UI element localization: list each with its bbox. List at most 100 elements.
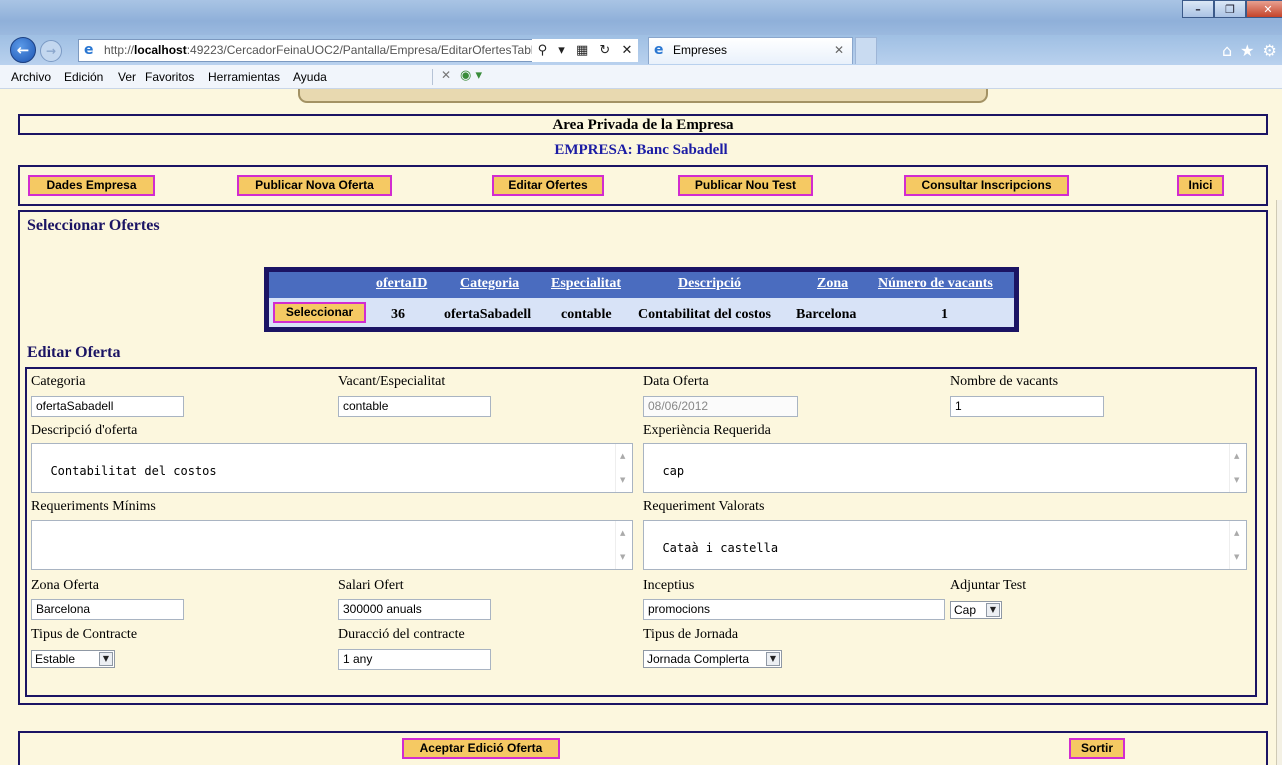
toolbar-addon-icon[interactable]: ◉ ▾: [460, 68, 482, 83]
company-title: EMPRESA: Banc Sabadell: [554, 142, 728, 158]
nombre-vacants-input[interactable]: 1: [950, 396, 1104, 417]
cell-descripcio: Contabilitat del costos: [638, 307, 771, 322]
area-title: Area Privada de la Empresa: [18, 114, 1268, 135]
label-inceptius: Inceptius: [643, 578, 695, 593]
minimize-icon[interactable]: –: [1182, 0, 1214, 18]
tipus-contracte-select[interactable]: Estable ▼: [31, 650, 115, 668]
browser-tab[interactable]: e Empreses ✕: [648, 37, 853, 64]
duracio-input[interactable]: 1 any: [338, 649, 491, 670]
company-nav: Dades Empresa Publicar Nova Oferta Edita…: [18, 165, 1268, 206]
restore-icon[interactable]: ❐: [1214, 0, 1246, 18]
publicar-oferta-button[interactable]: Publicar Nova Oferta: [237, 175, 392, 196]
chevron-down-icon: ▼: [986, 603, 1000, 617]
search-icon[interactable]: ⚲: [538, 43, 548, 58]
descripcio-text: Contabilitat del costos: [50, 464, 217, 478]
accept-edit-button[interactable]: Aceptar Edició Oferta: [402, 738, 560, 759]
window-controls: – ❐ ✕: [1182, 0, 1282, 20]
dades-empresa-button[interactable]: Dades Empresa: [28, 175, 155, 196]
dropdown-icon[interactable]: ▾: [558, 43, 565, 58]
data-oferta-input[interactable]: 08/06/2012: [643, 396, 798, 417]
zona-input[interactable]: Barcelona: [31, 599, 184, 620]
cell-vacants: 1: [941, 307, 948, 322]
label-salari: Salari Ofert: [338, 578, 404, 593]
browser-right-icons: ⌂ ★ ⚙: [1222, 41, 1277, 60]
refresh-icon[interactable]: ↻: [599, 43, 610, 58]
adjuntar-test-select[interactable]: Cap ▼: [950, 601, 1002, 619]
salari-input[interactable]: 300000 anuals: [338, 599, 491, 620]
categoria-input[interactable]: ofertaSabadell: [31, 396, 184, 417]
home-icon[interactable]: ⌂: [1222, 41, 1232, 60]
forward-button[interactable]: →: [40, 40, 62, 62]
column-header-categoria[interactable]: Categoria: [460, 276, 519, 292]
column-header-descripcio[interactable]: Descripció: [678, 276, 741, 292]
inici-button[interactable]: Inici: [1177, 175, 1224, 196]
table-header-row: ofertaID Categoria Especialitat Descripc…: [269, 272, 1014, 298]
chevron-down-icon: ▼: [766, 652, 780, 666]
textarea-scrollbar[interactable]: ▲ ▼: [615, 521, 632, 569]
label-req-valorats: Requeriment Valorats: [643, 499, 765, 514]
menu-separator: [432, 69, 433, 85]
req-valorats-text: Cataà i castella: [662, 541, 779, 555]
menu-favoritos[interactable]: Favoritos: [145, 70, 194, 84]
cell-zona: Barcelona: [796, 307, 857, 322]
menu-ayuda[interactable]: Ayuda: [293, 70, 327, 84]
column-header-zona[interactable]: Zona: [817, 276, 848, 292]
req-minims-textarea[interactable]: ▲ ▼: [31, 520, 633, 570]
favorites-star-icon[interactable]: ★: [1240, 41, 1254, 60]
ie-tab-icon: e: [654, 42, 664, 58]
cell-especialitat: contable: [561, 307, 612, 322]
close-window-icon[interactable]: ✕: [1246, 0, 1282, 18]
close-toolbar-icon[interactable]: ✕: [441, 68, 451, 82]
label-duracio: Duracció del contracte: [338, 627, 465, 642]
url-host: localhost: [134, 43, 187, 57]
vacant-input[interactable]: contable: [338, 396, 491, 417]
publicar-test-button[interactable]: Publicar Nou Test: [678, 175, 813, 196]
descripcio-textarea[interactable]: Contabilitat del costos ▲ ▼: [31, 443, 633, 493]
stop-icon[interactable]: ✕: [621, 43, 632, 58]
label-categoria: Categoria: [31, 374, 86, 389]
menu-archivo[interactable]: Archivo: [11, 70, 51, 84]
tipus-jornada-select[interactable]: Jornada Complerta ▼: [643, 650, 782, 668]
menu-ver[interactable]: Ver: [118, 70, 136, 84]
page-decoration-tab: [298, 89, 988, 103]
cell-categoria: ofertaSabadell: [444, 307, 532, 322]
req-valorats-textarea[interactable]: Cataà i castella ▲ ▼: [643, 520, 1247, 570]
label-zona: Zona Oferta: [31, 578, 100, 593]
menu-edicion[interactable]: Edición: [64, 70, 103, 84]
tab-title: Empreses: [673, 43, 728, 57]
url-prefix: http://: [104, 43, 135, 57]
label-tipus-contracte: Tipus de Contracte: [31, 627, 138, 642]
compat-view-icon[interactable]: ▦: [576, 43, 588, 58]
textarea-scrollbar[interactable]: ▲ ▼: [1229, 521, 1246, 569]
label-vacant: Vacant/Especialitat: [338, 374, 446, 389]
tab-close-icon[interactable]: ✕: [834, 38, 844, 63]
column-header-ofertaid[interactable]: ofertaID: [376, 276, 427, 292]
new-tab-button[interactable]: [855, 37, 877, 64]
page-scrollbar[interactable]: [1276, 200, 1282, 765]
column-header-vacants[interactable]: Número de vacants: [878, 276, 993, 292]
textarea-scrollbar[interactable]: ▲ ▼: [615, 444, 632, 492]
select-offer-button[interactable]: Seleccionar: [273, 302, 366, 323]
consultar-inscripcions-button[interactable]: Consultar Inscripcions: [904, 175, 1069, 196]
experiencia-text: cap: [662, 464, 685, 478]
inceptius-input[interactable]: promocions: [643, 599, 945, 620]
label-descripcio: Descripció d'oferta: [31, 423, 138, 438]
column-header-especialitat[interactable]: Especialitat: [551, 276, 621, 292]
sortir-button[interactable]: Sortir: [1069, 738, 1125, 759]
menu-herramientas[interactable]: Herramientas: [208, 70, 280, 84]
label-req-minims: Requeriments Mínims: [31, 499, 156, 514]
ie-logo-icon: e: [84, 42, 94, 58]
label-experiencia: Experiència Requerida: [643, 423, 771, 438]
gear-icon[interactable]: ⚙: [1263, 41, 1277, 60]
textarea-scrollbar[interactable]: ▲ ▼: [1229, 444, 1246, 492]
tipus-contracte-value: Estable: [35, 652, 76, 666]
back-button[interactable]: ←: [10, 37, 36, 63]
label-tipus-jornada: Tipus de Jornada: [643, 627, 739, 642]
adjuntar-test-value: Cap: [954, 603, 977, 617]
experiencia-textarea[interactable]: cap ▲ ▼: [643, 443, 1247, 493]
footer-bar: Aceptar Edició Oferta Sortir: [18, 731, 1268, 765]
label-nombre-vacants: Nombre de vacants: [950, 374, 1059, 389]
url-path: :49223/CercadorFeinaUOC2/Pantalla/Empres…: [186, 43, 567, 57]
select-offers-title: Seleccionar Ofertes: [27, 217, 160, 234]
editar-ofertes-button[interactable]: Editar Ofertes: [492, 175, 604, 196]
